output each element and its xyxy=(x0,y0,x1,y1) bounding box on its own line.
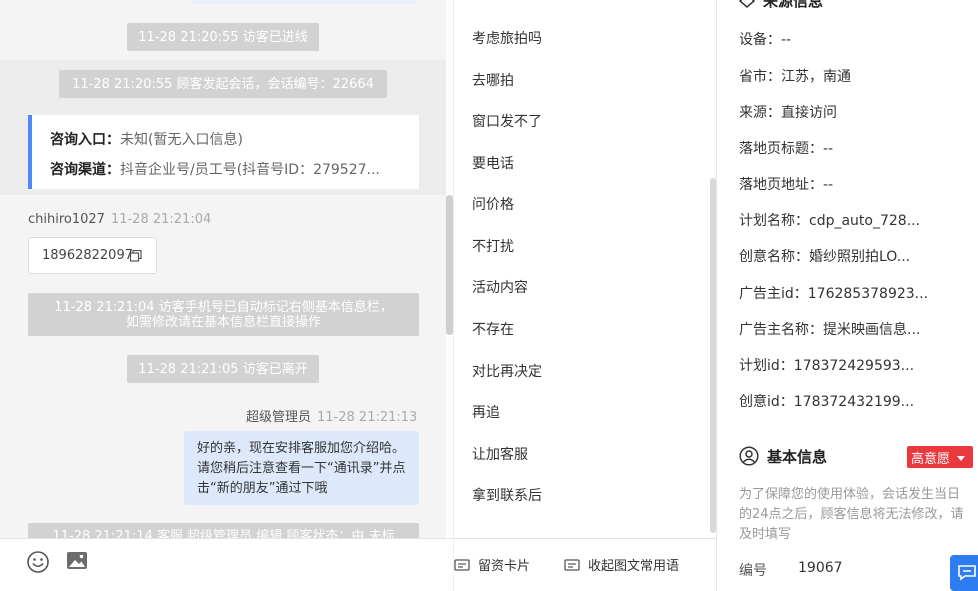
diamond-icon xyxy=(738,0,756,8)
caret-down-icon xyxy=(957,456,966,461)
info-field-landing-title: 落地页标题：-- xyxy=(739,141,834,157)
info-field-landing-url: 落地页地址：-- xyxy=(739,177,834,193)
number-value: 19067 xyxy=(798,560,843,576)
agent-message-bubble: 好的亲，现在安排客服加您介绍哈。请您稍后注意查看一下“通讯录”并点击“新的朋友”… xyxy=(184,431,419,505)
number-label: 编号 xyxy=(739,563,767,579)
quick-replies-panel: 考虑旅拍吗 去哪拍 窗口发不了 要电话 问价格 不打扰 活动内容 不存在 对比再… xyxy=(453,0,717,591)
visitor-sender-line: chihiro1027 11-28 21:21:04 xyxy=(28,212,211,227)
quick-reply-item[interactable]: 要电话 xyxy=(472,153,514,173)
chat-panel: 11-28 21:20:55 访客已进线 11-28 21:20:55 顾客发起… xyxy=(0,0,446,591)
previous-message-stub xyxy=(190,0,418,4)
copy-icon[interactable] xyxy=(130,250,142,262)
info-field-advertiser-name: 广告主名称：提米映画信息... xyxy=(739,322,921,338)
quick-reply-item[interactable]: 问价格 xyxy=(472,194,514,214)
consult-entry-card: 咨询入口：未知(暂无入口信息) 咨询渠道：抖音企业号/员工号(抖音号ID：279… xyxy=(28,115,419,189)
collapse-phrases-button[interactable]: 收起图文常用语 xyxy=(564,555,679,574)
basic-info-title: 基本信息 xyxy=(739,446,827,467)
quick-reply-item[interactable]: 不存在 xyxy=(472,319,514,339)
info-field-creative-name: 创意名称：婚纱照别拍LO... xyxy=(739,249,911,265)
image-icon[interactable] xyxy=(66,550,88,572)
info-field-plan-name: 计划名称：cdp_auto_728... xyxy=(739,213,921,229)
system-message-phone-marked: 11-28 21:21:04 访客手机号已自动标记右侧基本信息栏， 如需修改请在… xyxy=(28,293,419,336)
quick-reply-item[interactable]: 让加客服 xyxy=(472,444,528,464)
chat-scrollbar[interactable] xyxy=(446,195,453,335)
collapse-phrases-label: 收起图文常用语 xyxy=(588,559,680,574)
system-message-visitor-joined: 11-28 21:20:55 访客已进线 xyxy=(127,23,319,51)
phone-number: 18962822097 xyxy=(42,248,133,263)
system-message-visitor-left: 11-28 21:21:05 访客已离开 xyxy=(127,355,319,383)
quick-replies-scrollbar[interactable] xyxy=(710,178,716,533)
quick-replies-toolbar: 留资卡片 收起图文常用语 xyxy=(454,538,716,591)
info-field-plan-id: 计划id：178372429593... xyxy=(739,358,915,374)
card-icon xyxy=(454,559,470,571)
channel-value: 抖音企业号/员工号(抖音号ID：279527... xyxy=(120,162,380,178)
smile-icon[interactable] xyxy=(27,551,49,573)
info-field-device: 设备：-- xyxy=(739,32,792,48)
phone-marked-line1: 11-28 21:21:04 访客手机号已自动标记右侧基本信息栏， xyxy=(54,300,393,315)
channel-label: 咨询渠道： xyxy=(50,162,120,178)
info-field-region: 省市：江苏，南通 xyxy=(739,69,851,85)
source-info-title-text: 来源信息 xyxy=(763,0,824,10)
quick-reply-item[interactable]: 窗口发不了 xyxy=(472,111,542,131)
entry-value: 未知(暂无入口信息) xyxy=(120,132,243,148)
source-info-title: 来源信息 xyxy=(738,0,824,11)
agent-time: 11-28 21:21:13 xyxy=(317,410,418,425)
chat-icon xyxy=(958,565,976,581)
lead-card-label: 留资卡片 xyxy=(478,559,531,574)
agent-sender-line: 超级管理员 11-28 21:21:13 xyxy=(246,406,417,425)
visitor-time: 11-28 21:21:04 xyxy=(110,212,212,227)
phone-marked-line2: 如需修改请在基本信息栏直接操作 xyxy=(125,315,321,330)
intent-badge-label: 高意愿 xyxy=(911,452,951,467)
visitor-info-panel: 来源信息 设备：-- 省市：江苏，南通 来源：直接访问 落地页标题：-- 落地页… xyxy=(717,0,978,591)
basic-info-title-text: 基本信息 xyxy=(767,448,828,466)
quick-reply-item[interactable]: 拿到联系后 xyxy=(472,485,542,505)
user-icon xyxy=(739,446,759,466)
basic-info-note: 为了保障您的使用体验，会话发生当日的24点之后，顾客信息将无法修改，请及时填写 xyxy=(739,487,964,542)
info-field-advertiser-id: 广告主id：176285378923... xyxy=(739,286,929,302)
visitor-name: chihiro1027 xyxy=(28,212,105,227)
quick-reply-item[interactable]: 对比再决定 xyxy=(472,361,542,381)
intent-dropdown[interactable]: 高意愿 xyxy=(907,446,973,468)
composer-toolbar xyxy=(0,538,453,591)
agent-name: 超级管理员 xyxy=(246,410,312,425)
visitor-phone-message[interactable]: 18962822097 xyxy=(28,237,157,274)
floating-chat-button[interactable] xyxy=(950,555,978,591)
info-field-source: 来源：直接访问 xyxy=(739,105,837,121)
entry-label: 咨询入口： xyxy=(50,132,120,148)
info-field-creative-id: 创意id：178372432199... xyxy=(739,394,915,410)
quick-reply-item[interactable]: 考虑旅拍吗 xyxy=(472,28,542,48)
quick-reply-item[interactable]: 去哪拍 xyxy=(472,70,514,90)
quick-reply-item[interactable]: 活动内容 xyxy=(472,277,528,297)
lead-card-button[interactable]: 留资卡片 xyxy=(454,555,530,574)
quick-reply-item[interactable]: 再追 xyxy=(472,402,500,422)
quick-reply-item[interactable]: 不打扰 xyxy=(472,236,514,256)
message-icon xyxy=(564,559,580,571)
system-message-session-started: 11-28 21:20:55 顾客发起会话，会话编号：22664 xyxy=(59,70,387,98)
